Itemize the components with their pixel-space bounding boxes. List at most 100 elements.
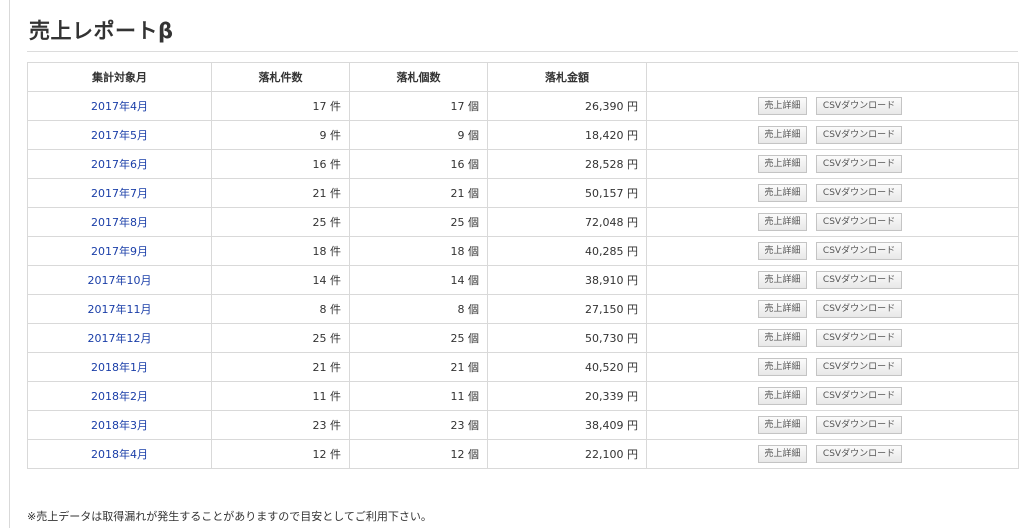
month-link[interactable]: 2017年10月	[88, 274, 152, 287]
actions-cell: 売上詳細 CSVダウンロード	[646, 149, 1019, 179]
month-cell: 2017年7月	[27, 178, 212, 208]
table-header-row: 集計対象月 落札件数 落札個数 落札金額	[27, 62, 1019, 92]
month-cell: 2017年9月	[27, 236, 212, 266]
header-month: 集計対象月	[27, 62, 212, 92]
csv-download-button[interactable]: CSVダウンロード	[816, 184, 902, 202]
month-link[interactable]: 2017年5月	[91, 129, 148, 142]
csv-download-button[interactable]: CSVダウンロード	[816, 155, 902, 173]
actions-cell: 売上詳細 CSVダウンロード	[646, 352, 1019, 382]
item-count-cell: 8 個	[349, 294, 488, 324]
month-cell: 2017年6月	[27, 149, 212, 179]
table-row: 2017年5月 9 件9 個 18,420 円 売上詳細 CSVダウンロード	[27, 120, 1019, 150]
month-link[interactable]: 2017年6月	[91, 158, 148, 171]
item-count-cell: 18 個	[349, 236, 488, 266]
csv-download-button[interactable]: CSVダウンロード	[816, 445, 902, 463]
sales-detail-button[interactable]: 売上詳細	[758, 387, 807, 405]
sales-detail-button[interactable]: 売上詳細	[758, 329, 807, 347]
sales-detail-button[interactable]: 売上詳細	[758, 445, 807, 463]
item-count-cell: 23 個	[349, 410, 488, 440]
actions-cell: 売上詳細 CSVダウンロード	[646, 294, 1019, 324]
bid-count-cell: 23 件	[211, 410, 350, 440]
csv-download-button[interactable]: CSVダウンロード	[816, 416, 902, 434]
csv-download-button[interactable]: CSVダウンロード	[816, 387, 902, 405]
month-link[interactable]: 2017年9月	[91, 245, 148, 258]
month-link[interactable]: 2018年3月	[91, 419, 148, 432]
month-link[interactable]: 2018年4月	[91, 448, 148, 461]
month-cell: 2017年10月	[27, 265, 212, 295]
header-item-count: 落札個数	[349, 62, 488, 92]
amount-cell: 22,100 円	[487, 439, 647, 469]
csv-download-button[interactable]: CSVダウンロード	[816, 329, 902, 347]
bid-count-cell: 21 件	[211, 178, 350, 208]
item-count-cell: 25 個	[349, 323, 488, 353]
month-link[interactable]: 2017年4月	[91, 100, 148, 113]
amount-cell: 27,150 円	[487, 294, 647, 324]
month-link[interactable]: 2017年12月	[88, 332, 152, 345]
table-row: 2017年12月 25 件 25 個 50,730 円 売上詳細 CSVダウンロード	[27, 323, 1019, 353]
table-row: 2018年1月 21 件 21 個 40,520 円 売上詳細 CSVダウンロード	[27, 352, 1019, 382]
bid-count-cell: 25 件	[211, 323, 350, 353]
csv-download-button[interactable]: CSVダウンロード	[816, 271, 902, 289]
item-count-cell: 14 個	[349, 265, 488, 295]
bid-count-cell: 21 件	[211, 352, 350, 382]
month-link[interactable]: 2017年11月	[88, 303, 152, 316]
month-cell: 2017年5月	[27, 120, 212, 150]
amount-cell: 28,528 円	[487, 149, 647, 179]
table-row: 2017年11月 8 件8 個 27,150 円 売上詳細 CSVダウンロード	[27, 294, 1019, 324]
month-cell: 2018年3月	[27, 410, 212, 440]
csv-download-button[interactable]: CSVダウンロード	[816, 300, 902, 318]
sales-detail-button[interactable]: 売上詳細	[758, 126, 807, 144]
sales-detail-button[interactable]: 売上詳細	[758, 213, 807, 231]
sales-report-table: 集計対象月 落札件数 落札個数 落札金額 2017年4月 17 件 17 個 26,3…	[27, 62, 1019, 469]
bid-count-cell: 11 件	[211, 381, 350, 411]
amount-cell: 50,157 円	[487, 178, 647, 208]
amount-cell: 38,409 円	[487, 410, 647, 440]
bid-count-cell: 9 件	[211, 120, 350, 150]
month-cell: 2017年11月	[27, 294, 212, 324]
sales-detail-button[interactable]: 売上詳細	[758, 358, 807, 376]
actions-cell: 売上詳細 CSVダウンロード	[646, 323, 1019, 353]
amount-cell: 40,520 円	[487, 352, 647, 382]
table-row: 2017年6月 16 件 16 個 28,528 円 売上詳細 CSVダウンロード	[27, 149, 1019, 179]
month-cell: 2017年4月	[27, 91, 212, 121]
month-link[interactable]: 2017年8月	[91, 216, 148, 229]
month-cell: 2017年8月	[27, 207, 212, 237]
item-count-cell: 11 個	[349, 381, 488, 411]
item-count-cell: 17 個	[349, 91, 488, 121]
sales-detail-button[interactable]: 売上詳細	[758, 97, 807, 115]
sales-detail-button[interactable]: 売上詳細	[758, 271, 807, 289]
sales-detail-button[interactable]: 売上詳細	[758, 242, 807, 260]
footnote: ※売上データは取得漏れが発生することがありますので目安としてご利用下さい。	[27, 510, 432, 523]
month-cell: 2018年2月	[27, 381, 212, 411]
csv-download-button[interactable]: CSVダウンロード	[816, 358, 902, 376]
csv-download-button[interactable]: CSVダウンロード	[816, 126, 902, 144]
bid-count-cell: 16 件	[211, 149, 350, 179]
title-divider	[27, 51, 1018, 52]
table-row: 2018年2月 11 件 11 個 20,339 円 売上詳細 CSVダウンロード	[27, 381, 1019, 411]
sales-detail-button[interactable]: 売上詳細	[758, 416, 807, 434]
actions-cell: 売上詳細 CSVダウンロード	[646, 91, 1019, 121]
month-link[interactable]: 2018年2月	[91, 390, 148, 403]
month-link[interactable]: 2018年1月	[91, 361, 148, 374]
bid-count-cell: 12 件	[211, 439, 350, 469]
amount-cell: 20,339 円	[487, 381, 647, 411]
csv-download-button[interactable]: CSVダウンロード	[816, 242, 902, 260]
item-count-cell: 25 個	[349, 207, 488, 237]
item-count-cell: 12 個	[349, 439, 488, 469]
amount-cell: 26,390 円	[487, 91, 647, 121]
csv-download-button[interactable]: CSVダウンロード	[816, 213, 902, 231]
bid-count-cell: 18 件	[211, 236, 350, 266]
table-row: 2017年4月 17 件 17 個 26,390 円 売上詳細 CSVダウンロード	[27, 91, 1019, 121]
sales-detail-button[interactable]: 売上詳細	[758, 155, 807, 173]
header-actions	[646, 62, 1019, 92]
bid-count-cell: 17 件	[211, 91, 350, 121]
sales-detail-button[interactable]: 売上詳細	[758, 300, 807, 318]
table-row: 2017年8月 25 件 25 個 72,048 円 売上詳細 CSVダウンロード	[27, 207, 1019, 237]
sales-detail-button[interactable]: 売上詳細	[758, 184, 807, 202]
table-row: 2017年7月 21 件 21 個 50,157 円 売上詳細 CSVダウンロード	[27, 178, 1019, 208]
item-count-cell: 16 個	[349, 149, 488, 179]
csv-download-button[interactable]: CSVダウンロード	[816, 97, 902, 115]
month-link[interactable]: 2017年7月	[91, 187, 148, 200]
page-title: 売上レポートβ	[29, 19, 174, 43]
actions-cell: 売上詳細 CSVダウンロード	[646, 120, 1019, 150]
